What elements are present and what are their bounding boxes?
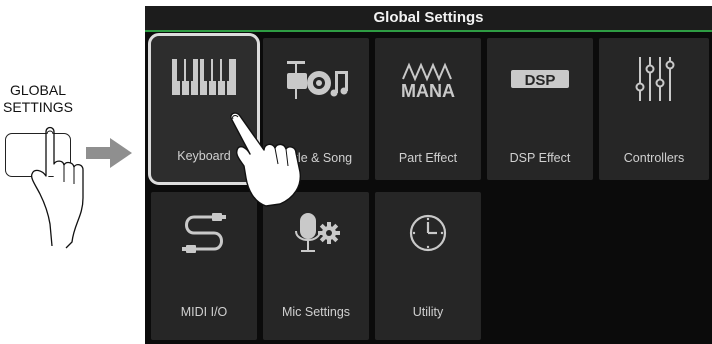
clock-icon — [375, 210, 481, 256]
keyboard-icon — [151, 54, 257, 100]
cable-icon — [151, 210, 257, 256]
sliders-icon — [599, 56, 709, 102]
tile-label: MIDI I/O — [180, 305, 228, 319]
label-line-2: SETTINGS — [2, 99, 73, 115]
screen-title: Global Settings — [373, 9, 484, 26]
dsp-logo-text: DSP — [525, 72, 556, 89]
tile-label: DSP Effect — [509, 151, 571, 165]
tile-label: Part Effect — [398, 151, 458, 165]
tile-mic-settings[interactable]: Mic Settings — [263, 192, 369, 340]
tile-controllers[interactable]: Controllers — [599, 38, 709, 180]
mana-logo-icon: MANA — [375, 56, 481, 102]
title-bar: Global Settings — [145, 6, 712, 32]
mic-gear-icon — [263, 210, 369, 256]
drum-kit-icon — [263, 56, 369, 102]
touching-hand-icon — [230, 112, 301, 207]
label-line-1: GLOBAL — [9, 82, 67, 98]
mana-logo-text: MANA — [401, 81, 455, 101]
tile-utility[interactable]: Utility — [375, 192, 481, 340]
tile-label: Controllers — [623, 151, 685, 165]
tile-label: Mic Settings — [281, 305, 351, 319]
right-arrow-icon — [86, 138, 132, 168]
global-settings-hardware-label: GLOBAL SETTINGS — [0, 82, 76, 116]
tile-dsp-effect[interactable]: DSP DSP Effect — [487, 38, 593, 180]
dsp-icon: DSP — [487, 56, 593, 102]
tile-midi-io[interactable]: MIDI I/O — [151, 192, 257, 340]
tile-label: Utility — [412, 305, 444, 319]
tile-part-effect[interactable]: MANA Part Effect — [375, 38, 481, 180]
